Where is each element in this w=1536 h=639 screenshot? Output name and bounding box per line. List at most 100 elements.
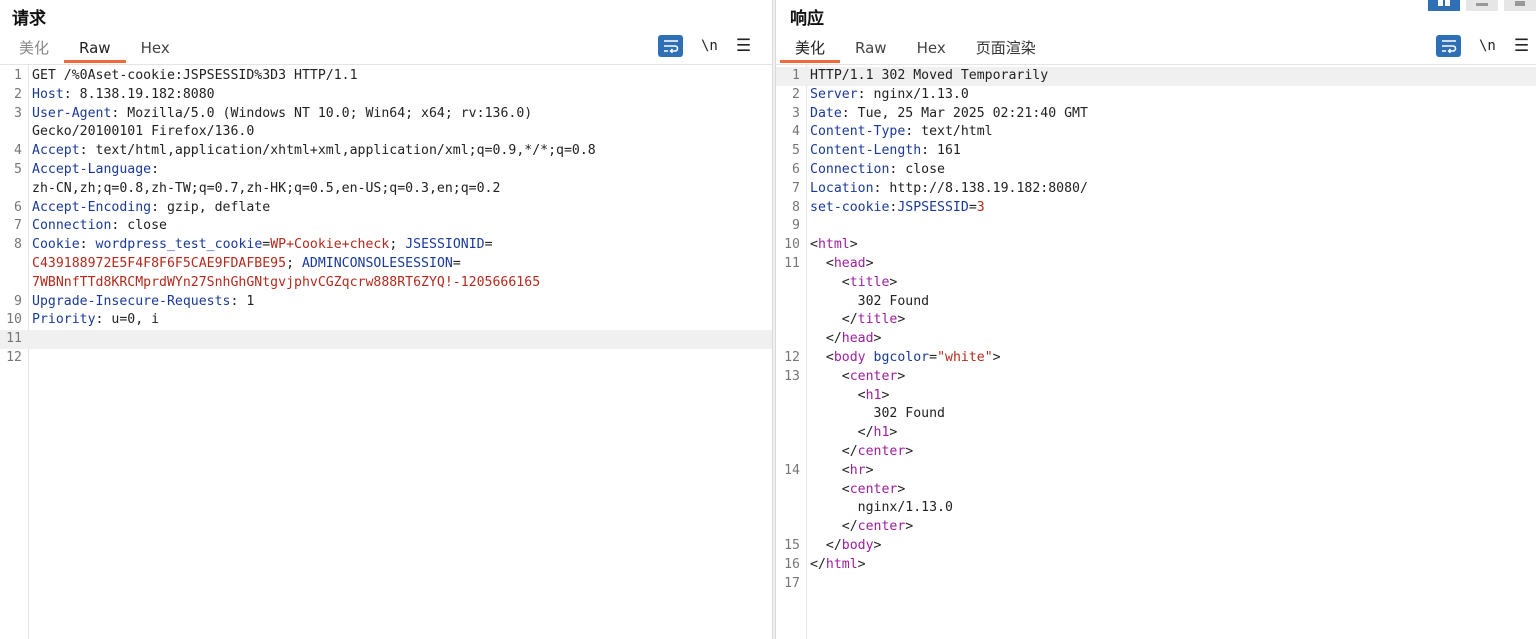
- layout-tabs-button[interactable]: [1504, 0, 1536, 11]
- code-line[interactable]: 6 Accept-Encoding: gzip, deflate: [0, 199, 772, 218]
- code-token: title: [857, 312, 898, 328]
- tab-hex[interactable]: Hex: [902, 36, 961, 63]
- code-line[interactable]: 1 GET /%0Aset-cookie:JSPSESSID%3D3 HTTP/1…: [0, 67, 772, 86]
- code-line[interactable]: C439188972E5F4F8F6F5CAE9FDAFBE95; ADMINC…: [0, 255, 772, 274]
- line-text: Accept: text/html,application/xhtml+xml,…: [32, 142, 596, 161]
- code-line[interactable]: 2 Host: 8.138.19.182:8080: [0, 86, 772, 105]
- code-token: >: [905, 519, 914, 535]
- menu-icon[interactable]: ☰: [736, 36, 751, 56]
- code-line[interactable]: 5 Accept-Language:: [0, 161, 772, 180]
- code-line[interactable]: </head>: [776, 330, 1536, 349]
- code-line[interactable]: </title>: [776, 311, 1536, 330]
- code-line[interactable]: 8 Cookie: wordpress_test_cookie = WP+Cookie…: [0, 236, 772, 255]
- code-token: : text/html,application/xhtml+xml,applic…: [79, 143, 596, 159]
- code-line[interactable]: 16 </html>: [776, 556, 1536, 575]
- code-line[interactable]: 4 Content-Type: text/html: [776, 123, 1536, 142]
- code-line[interactable]: zh-CN,zh;q=0.8,zh-TW;q=0.7,zh-HK;q=0.5,e…: [0, 180, 772, 199]
- line-number: 9: [792, 218, 800, 234]
- line-text: </body>: [810, 537, 882, 556]
- code-line[interactable]: <center>: [776, 481, 1536, 500]
- code-line[interactable]: 6 Connection: close: [776, 161, 1536, 180]
- show-newlines-button[interactable]: \n: [701, 38, 718, 54]
- menu-icon[interactable]: ☰: [1514, 36, 1529, 56]
- line-number: 11: [6, 331, 22, 347]
- wrap-lines-button[interactable]: [1436, 35, 1461, 57]
- tab-pretty[interactable]: 美化: [4, 36, 64, 63]
- code-line[interactable]: 3 Date: Tue, 25 Mar 2025 02:21:40 GMT: [776, 105, 1536, 124]
- line-text: set-cookie:JSPSESSID=3: [810, 199, 985, 218]
- code-line[interactable]: Gecko/20100101 Firefox/136.0: [0, 123, 772, 142]
- layout-stacked-button[interactable]: [1466, 0, 1498, 11]
- code-token: </: [810, 443, 858, 459]
- line-number: 8: [792, 199, 800, 215]
- code-line[interactable]: </center>: [776, 518, 1536, 537]
- code-line[interactable]: 12 <body bgcolor="white">: [776, 349, 1536, 368]
- line-text: Accept-Language:: [32, 161, 159, 180]
- code-token: center: [857, 519, 906, 535]
- tab-raw[interactable]: Raw: [64, 36, 126, 63]
- code-line[interactable]: 7WBNnfTTd8KRCMprdWYn27SnhGhGNtgvjphvCGZq…: [0, 274, 772, 293]
- tab-pretty[interactable]: 美化: [780, 36, 841, 63]
- line-text: <hr>: [810, 462, 874, 481]
- code-token: center: [849, 368, 898, 384]
- code-line[interactable]: 1 HTTP/1.1 302 Moved Temporarily: [776, 67, 1536, 86]
- code-token: : close: [889, 161, 945, 177]
- code-line[interactable]: 10 <html>: [776, 236, 1536, 255]
- line-number: 6: [792, 161, 800, 177]
- code-line[interactable]: 302 Found: [776, 293, 1536, 312]
- response-editor[interactable]: 1 HTTP/1.1 302 Moved Temporarily 2 Server: …: [776, 67, 1536, 593]
- tab-hex[interactable]: Hex: [126, 36, 185, 63]
- tab-raw[interactable]: Raw: [840, 36, 902, 63]
- code-token: <: [810, 274, 850, 290]
- code-line[interactable]: 10 Priority: u=0, i: [0, 311, 772, 330]
- code-token: <: [810, 255, 834, 271]
- code-line[interactable]: <h1>: [776, 387, 1536, 406]
- code-line[interactable]: 12: [0, 349, 772, 368]
- code-line[interactable]: 302 Found: [776, 405, 1536, 424]
- code-line[interactable]: 5 Content-Length: 161: [776, 142, 1536, 161]
- code-line[interactable]: 7 Location: http://8.138.19.182:8080/: [776, 180, 1536, 199]
- code-token: head: [841, 331, 874, 347]
- line-text: </title>: [810, 311, 906, 330]
- code-token: : nginx/1.13.0: [857, 86, 969, 102]
- code-token: <: [810, 368, 850, 384]
- line-text: <center>: [810, 481, 906, 500]
- code-line[interactable]: 9 Upgrade-Insecure-Requests: 1: [0, 293, 772, 312]
- code-token: >: [865, 462, 874, 478]
- line-text: 7WBNnfTTd8KRCMprdWYn27SnhGhGNtgvjphvCGZq…: [32, 274, 540, 293]
- line-number: 14: [784, 462, 800, 478]
- line-number: 10: [6, 312, 22, 328]
- code-line[interactable]: 17: [776, 575, 1536, 594]
- code-line[interactable]: 8 set-cookie:JSPSESSID=3: [776, 199, 1536, 218]
- code-token: :: [79, 237, 96, 253]
- code-line[interactable]: nginx/1.13.0: [776, 499, 1536, 518]
- tab-render[interactable]: 页面渲染: [961, 36, 1051, 63]
- code-token: title: [849, 274, 890, 290]
- code-line[interactable]: 3 User-Agent: Mozilla/5.0 (Windows NT 10.…: [0, 105, 772, 124]
- show-newlines-button[interactable]: \n: [1479, 38, 1496, 54]
- single-pane-icon: [1515, 1, 1525, 6]
- code-token: bgcolor: [873, 349, 930, 365]
- code-line[interactable]: 11 <head>: [776, 255, 1536, 274]
- line-number: 4: [792, 124, 800, 140]
- code-line[interactable]: 9: [776, 217, 1536, 236]
- code-line[interactable]: </center>: [776, 443, 1536, 462]
- code-token: Connection: [810, 161, 890, 177]
- code-token: >: [905, 443, 914, 459]
- code-line[interactable]: 7 Connection: close: [0, 217, 772, 236]
- response-title: 响应: [790, 9, 824, 29]
- code-line[interactable]: </h1>: [776, 424, 1536, 443]
- code-line[interactable]: <title>: [776, 274, 1536, 293]
- code-line[interactable]: 13 <center>: [776, 368, 1536, 387]
- request-editor[interactable]: 1 GET /%0Aset-cookie:JSPSESSID%3D3 HTTP/1…: [0, 67, 772, 368]
- code-line[interactable]: 15 </body>: [776, 537, 1536, 556]
- code-token: : 161: [921, 143, 961, 159]
- code-token: : 8.138.19.182:8080: [63, 86, 215, 102]
- code-line[interactable]: 2 Server: nginx/1.13.0: [776, 86, 1536, 105]
- code-line[interactable]: 4 Accept: text/html,application/xhtml+xml…: [0, 142, 772, 161]
- line-text: GET /%0Aset-cookie:JSPSESSID%3D3 HTTP/1.…: [32, 67, 358, 86]
- layout-side-by-side-button[interactable]: [1428, 0, 1460, 11]
- wrap-lines-button[interactable]: [658, 35, 683, 57]
- code-line[interactable]: 14 <hr>: [776, 462, 1536, 481]
- code-line[interactable]: 11: [0, 330, 772, 349]
